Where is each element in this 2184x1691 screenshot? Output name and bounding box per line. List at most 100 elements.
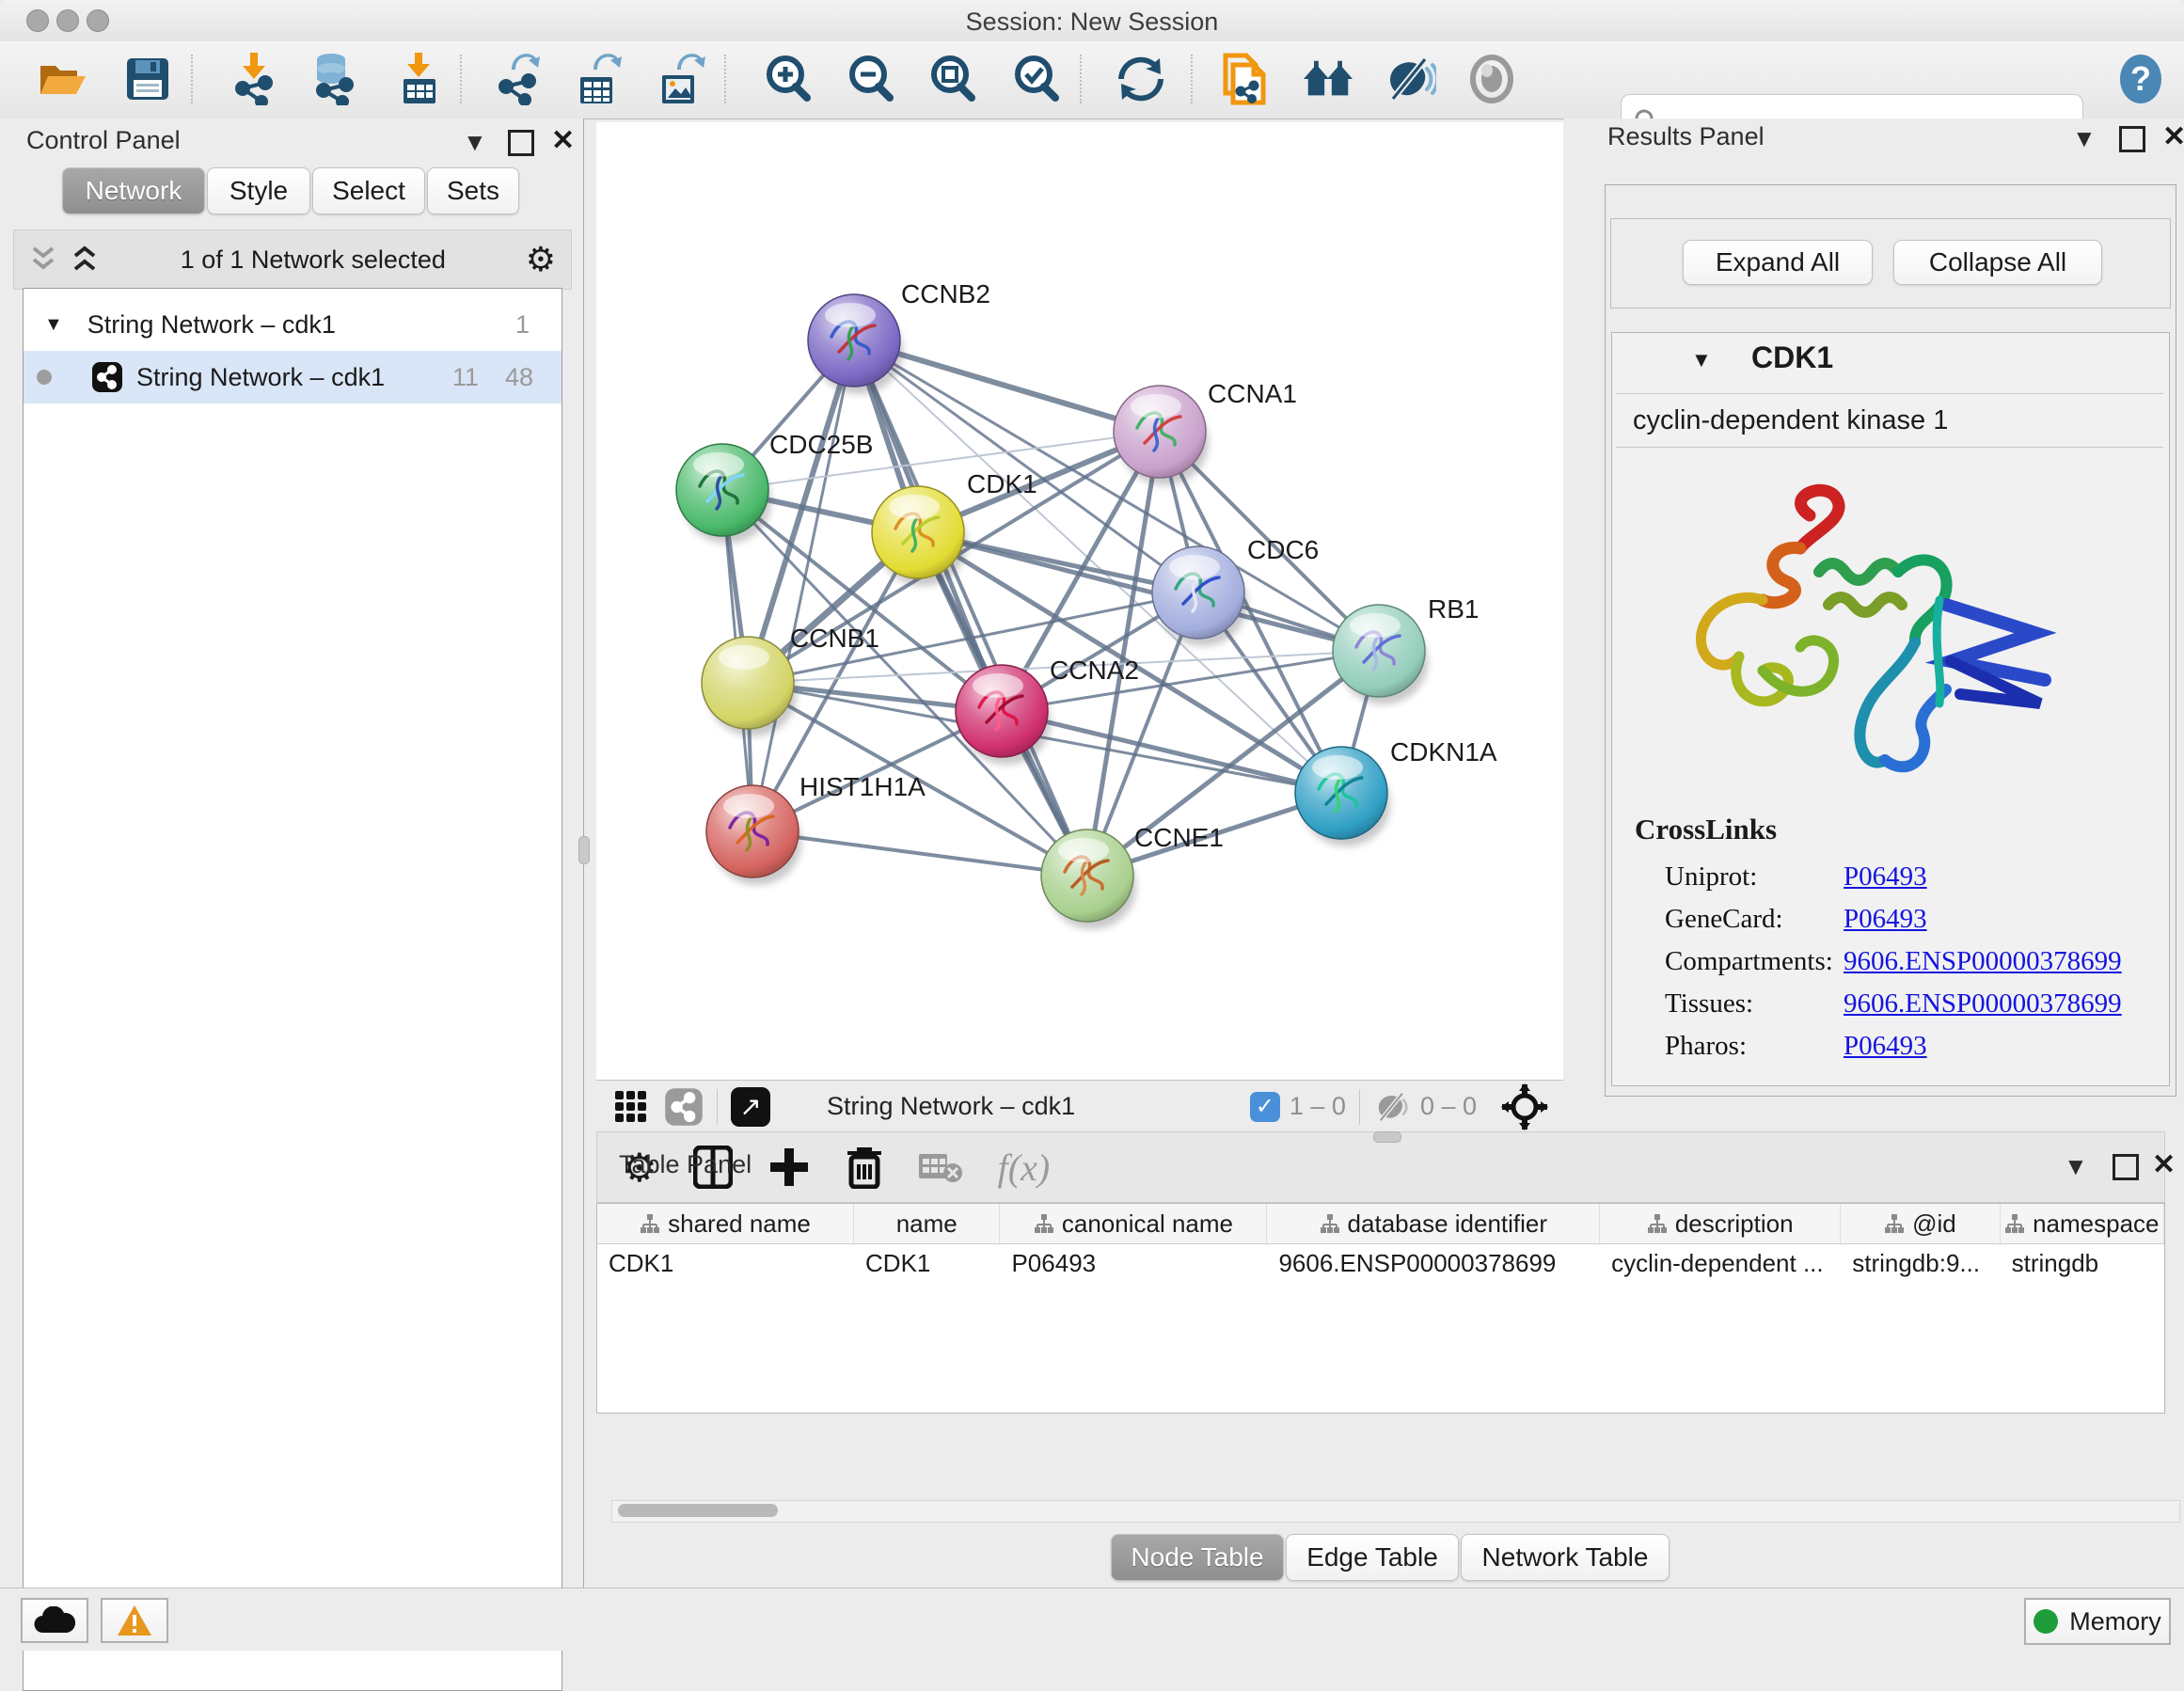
grid-view-icon[interactable] bbox=[613, 1089, 649, 1125]
table-cell[interactable]: cyclin-dependent ... bbox=[1600, 1244, 1841, 1282]
network-node-CDC6[interactable] bbox=[1152, 546, 1244, 639]
network-node-CDK1[interactable] bbox=[872, 486, 964, 578]
network-edge[interactable] bbox=[752, 831, 1087, 876]
column-header-namespace[interactable]: namespace bbox=[2001, 1204, 2164, 1243]
add-column-icon[interactable] bbox=[768, 1146, 810, 1188]
tab-network-table[interactable]: Network Table bbox=[1461, 1534, 1670, 1581]
tab-select[interactable]: Select bbox=[312, 167, 425, 214]
column-header-name[interactable]: name bbox=[854, 1204, 1000, 1243]
table-cell[interactable]: stringdb bbox=[2001, 1244, 2164, 1282]
network-tree-child-row[interactable]: String Network – cdk1 11 48 bbox=[24, 351, 562, 403]
float-panel-icon[interactable] bbox=[2113, 1154, 2139, 1180]
export-table-button[interactable] bbox=[573, 51, 625, 107]
save-session-button[interactable] bbox=[121, 51, 174, 107]
export-image-button[interactable] bbox=[655, 51, 707, 107]
network-node-CCNA2[interactable] bbox=[956, 665, 1048, 757]
node-table: shared namenamecanonical namedatabase id… bbox=[596, 1203, 2165, 1414]
crosslink-link[interactable]: P06493 bbox=[1844, 1031, 1927, 1062]
pan-crosshair-icon[interactable] bbox=[1501, 1083, 1548, 1130]
file-network-button[interactable] bbox=[1218, 51, 1271, 107]
import-network-file-button[interactable] bbox=[228, 51, 280, 107]
results-panel-menu-arrow-icon[interactable]: ▼ bbox=[2072, 124, 2097, 153]
import-network-database-button[interactable] bbox=[307, 51, 359, 107]
crosslink-link[interactable]: 9606.ENSP00000378699 bbox=[1844, 946, 2122, 977]
network-node-RB1[interactable] bbox=[1333, 605, 1425, 697]
node-gloss-highlight bbox=[693, 452, 744, 477]
table-cell[interactable]: CDK1 bbox=[597, 1244, 854, 1282]
network-canvas[interactable]: CCNB2CCNA1CDC25BCDK1CDC6RB1CCNB1CCNA2CDK… bbox=[596, 122, 1563, 1080]
hide-panels-button[interactable] bbox=[1384, 51, 1436, 107]
expand-all-button[interactable]: Expand All bbox=[1683, 240, 1873, 285]
table-cell[interactable]: stringdb:9... bbox=[1841, 1244, 2000, 1282]
zoom-fit-button[interactable] bbox=[926, 51, 979, 107]
left-splitter-handle[interactable] bbox=[578, 836, 590, 864]
crosslink-link[interactable]: P06493 bbox=[1844, 861, 1927, 893]
close-panel-icon[interactable]: ✕ bbox=[551, 124, 575, 157]
table-cell[interactable]: P06493 bbox=[1000, 1244, 1267, 1282]
zoom-selected-button[interactable] bbox=[1010, 51, 1063, 107]
refresh-button[interactable] bbox=[1115, 51, 1167, 107]
function-builder-icon: f(x) bbox=[998, 1146, 1051, 1190]
gear-icon[interactable]: ⚙ bbox=[526, 240, 556, 279]
zoom-in-button[interactable] bbox=[762, 51, 815, 107]
tab-network[interactable]: Network bbox=[62, 167, 205, 214]
zoom-out-button[interactable] bbox=[845, 51, 897, 107]
table-splitter-handle[interactable] bbox=[1373, 1131, 1401, 1143]
column-header-description[interactable]: description bbox=[1600, 1204, 1841, 1243]
cloud-status-button[interactable] bbox=[21, 1598, 88, 1643]
float-panel-icon[interactable] bbox=[508, 130, 534, 156]
delete-column-icon[interactable] bbox=[846, 1146, 883, 1189]
expand-all-icon[interactable] bbox=[69, 245, 101, 275]
table-cell[interactable]: 9606.ENSP00000378699 bbox=[1267, 1244, 1600, 1282]
home-button[interactable] bbox=[1302, 51, 1354, 107]
float-panel-icon[interactable] bbox=[2119, 126, 2145, 152]
network-node-CCNB1[interactable] bbox=[702, 637, 794, 729]
column-header-canonical-name[interactable]: canonical name bbox=[1000, 1204, 1267, 1243]
tab-style[interactable]: Style bbox=[207, 167, 310, 214]
help-button[interactable]: ? bbox=[2114, 51, 2167, 107]
open-session-button[interactable] bbox=[37, 51, 89, 107]
tree-expander-icon[interactable]: ▼ bbox=[44, 314, 63, 336]
network-node-CDKN1A[interactable] bbox=[1295, 747, 1387, 839]
close-panel-icon[interactable]: ✕ bbox=[2152, 1148, 2176, 1181]
collapse-all-icon[interactable] bbox=[27, 245, 59, 275]
network-edge[interactable] bbox=[752, 340, 854, 831]
control-panel-menu-arrow-icon[interactable]: ▼ bbox=[463, 128, 487, 157]
network-node-CCNA1[interactable] bbox=[1114, 386, 1206, 478]
table-cell[interactable]: CDK1 bbox=[854, 1244, 1000, 1282]
network-current-dot-icon bbox=[37, 370, 52, 385]
delete-table-icon bbox=[919, 1150, 962, 1184]
warning-icon bbox=[116, 1604, 153, 1637]
scrollbar-thumb[interactable] bbox=[618, 1504, 778, 1517]
network-tree-parent-row[interactable]: ▼ String Network – cdk1 1 bbox=[24, 298, 562, 351]
export-network-button[interactable] bbox=[491, 51, 544, 107]
tab-node-table[interactable]: Node Table bbox=[1111, 1534, 1284, 1581]
network-node-CCNB2[interactable] bbox=[808, 294, 900, 387]
network-node-CDC25B[interactable] bbox=[676, 444, 768, 536]
selected-checkbox-icon[interactable]: ✓ bbox=[1250, 1092, 1280, 1122]
table-panel-menu-arrow-icon[interactable]: ▼ bbox=[2064, 1152, 2088, 1181]
network-view-icon[interactable] bbox=[664, 1087, 704, 1127]
collapse-all-button[interactable]: Collapse All bbox=[1893, 240, 2102, 285]
column-header-shared-name[interactable]: shared name bbox=[597, 1204, 854, 1243]
toolbar-separator bbox=[460, 55, 462, 103]
close-panel-icon[interactable]: ✕ bbox=[2162, 120, 2184, 153]
network-node-CCNE1[interactable] bbox=[1041, 830, 1133, 922]
section-collapse-arrow-icon[interactable]: ▼ bbox=[1691, 348, 1712, 372]
table-row[interactable]: CDK1CDK1P064939606.ENSP00000378699cyclin… bbox=[597, 1244, 2164, 1282]
table-horizontal-scrollbar[interactable] bbox=[611, 1500, 2180, 1523]
crosslink-link[interactable]: 9606.ENSP00000378699 bbox=[1844, 988, 2122, 1019]
crosslink-link[interactable]: P06493 bbox=[1844, 904, 1927, 935]
cytoscape-window: { "window": {"title": "Session: New Sess… bbox=[0, 0, 2184, 1650]
network-node-HIST1H1A[interactable] bbox=[706, 785, 799, 877]
birdseye-view-icon[interactable]: ↗ bbox=[731, 1087, 770, 1127]
tab-edge-table[interactable]: Edge Table bbox=[1286, 1534, 1459, 1581]
column-header--id[interactable]: @id bbox=[1841, 1204, 2000, 1243]
column-header-database-identifier[interactable]: database identifier bbox=[1267, 1204, 1600, 1243]
memory-button[interactable]: Memory bbox=[2024, 1598, 2171, 1645]
import-table-button[interactable] bbox=[393, 51, 446, 107]
warnings-button[interactable] bbox=[101, 1598, 168, 1643]
tab-sets[interactable]: Sets bbox=[427, 167, 519, 214]
crosslink-label: GeneCard: bbox=[1665, 904, 1844, 935]
show-panels-button[interactable] bbox=[1465, 51, 1518, 107]
